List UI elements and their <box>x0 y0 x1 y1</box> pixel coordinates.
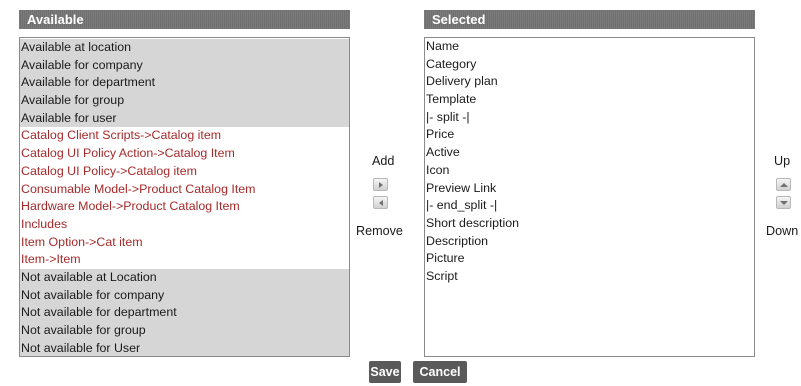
remove-label: Remove <box>356 224 403 238</box>
arrow-up-icon <box>779 182 788 187</box>
available-option[interactable]: Not available at Location <box>20 268 349 287</box>
selected-option[interactable]: Preview Link <box>425 180 754 198</box>
arrow-left-icon <box>378 199 383 206</box>
available-option[interactable]: Available for group <box>20 92 349 110</box>
selected-option[interactable]: Short description <box>425 215 754 233</box>
selected-option[interactable]: |- end_split -| <box>425 197 754 215</box>
selected-listbox[interactable]: Name Category Delivery plan Template |- spli… <box>424 37 755 357</box>
add-label: Add <box>372 154 395 168</box>
up-label: Up <box>774 154 791 168</box>
available-option[interactable]: Not available for company <box>20 286 349 305</box>
selected-option[interactable]: Delivery plan <box>425 73 754 91</box>
move-up-button[interactable] <box>776 178 791 191</box>
available-listbox[interactable]: Available at location Available for compa… <box>19 37 350 357</box>
available-option[interactable]: Not available for department <box>20 304 349 322</box>
selected-option[interactable]: Icon <box>425 162 754 180</box>
available-option[interactable]: Available at location <box>20 39 349 57</box>
available-option[interactable]: Consumable Model->Product Catalog Item <box>20 181 349 199</box>
selected-option[interactable]: Active <box>425 144 754 162</box>
selected-option[interactable]: Category <box>425 56 754 74</box>
arrow-down-icon <box>779 200 788 205</box>
available-option[interactable]: Catalog UI Policy->Catalog item <box>20 163 349 181</box>
available-option[interactable]: Available for user <box>20 109 349 128</box>
available-option[interactable]: Catalog Client Scripts->Catalog item <box>20 127 349 145</box>
selected-option[interactable]: Script <box>425 268 754 286</box>
available-option[interactable]: Item->Item <box>20 251 349 269</box>
slushbucket-configurator: Available Selected Available at location… <box>0 0 801 386</box>
cancel-button[interactable]: Cancel <box>413 361 467 383</box>
available-option[interactable]: Available for department <box>20 74 349 93</box>
save-button[interactable]: Save <box>369 361 401 383</box>
selected-option[interactable]: Description <box>425 233 754 251</box>
arrow-right-icon <box>378 181 383 188</box>
selected-option[interactable]: Picture <box>425 250 754 268</box>
available-header: Available <box>19 10 350 29</box>
move-down-button[interactable] <box>776 196 791 209</box>
available-option[interactable]: Includes <box>20 216 349 234</box>
selected-header: Selected <box>424 10 755 29</box>
selected-option[interactable]: Price <box>425 126 754 144</box>
available-option[interactable]: Item Option->Cat item <box>20 234 349 252</box>
available-option[interactable]: Hardware Model->Product Catalog Item <box>20 198 349 216</box>
selected-option[interactable]: Template <box>425 91 754 109</box>
selected-option[interactable]: |- split -| <box>425 109 754 127</box>
add-button[interactable] <box>373 178 388 191</box>
available-option[interactable]: Not available for User <box>20 339 349 356</box>
available-option[interactable]: Available for company <box>20 56 349 75</box>
available-option[interactable]: Catalog UI Policy Action->Catalog Item <box>20 145 349 163</box>
down-label: Down <box>766 224 799 238</box>
remove-button[interactable] <box>373 196 388 209</box>
selected-option[interactable]: Name <box>425 38 754 56</box>
available-option[interactable]: Not available for group <box>20 322 349 340</box>
